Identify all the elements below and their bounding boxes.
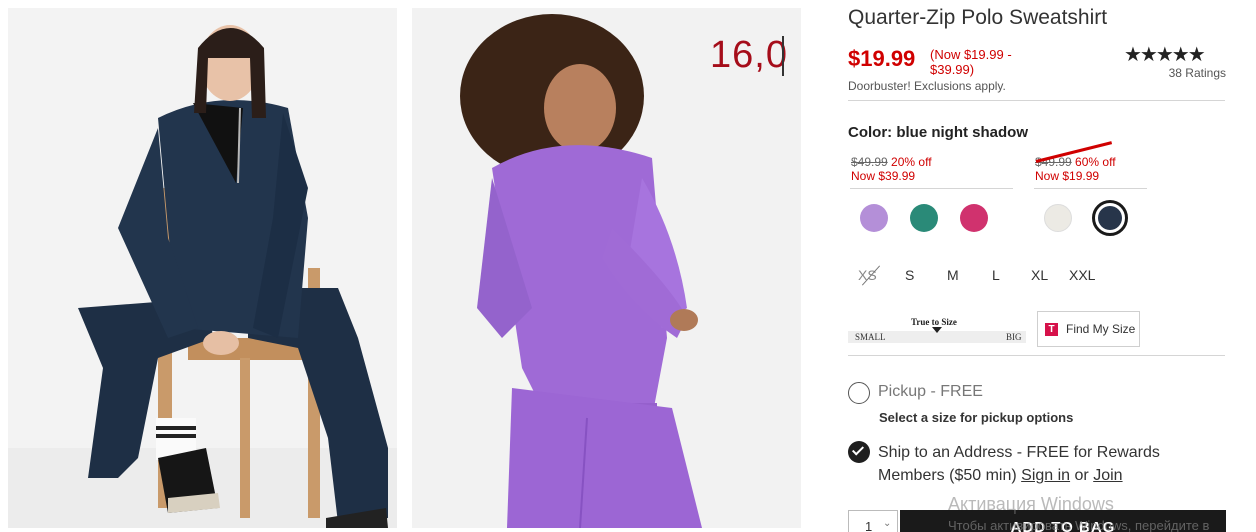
rating-stars[interactable]: ★★★★★ [1124,42,1206,67]
product-details-panel: Quarter-Zip Polo Sweatshirt $19.99 (Now … [848,0,1228,532]
sale-price: $19.99 [848,46,916,71]
windows-activation-watermark: Активация Windows [948,494,1114,514]
price-group-2: $49.99 60% off Now $19.99 [1035,155,1147,183]
swatch-cream[interactable] [1044,204,1072,232]
swatch-purple[interactable] [860,204,888,232]
now-price: Now $19.99 [1035,169,1100,183]
pickup-label[interactable]: Pickup - FREE [878,383,983,401]
price-group-1: $49.99 20% off Now $39.99 [851,155,1013,183]
discount-label: 20% off [891,155,932,169]
true-fit-icon: T [1045,323,1058,336]
chevron-down-icon: ⌄ [883,518,892,529]
size-s[interactable]: S [905,267,914,283]
size-xxl[interactable]: XXL [1069,267,1095,283]
overlay-number: 16,0 [710,34,788,76]
join-link[interactable]: Join [1093,467,1122,484]
original-price: $49.99 [851,155,888,169]
price-range: (Now $19.99 - $39.99) [930,47,1012,77]
checkmark-icon [851,443,865,456]
ship-option[interactable]: Ship to an Address - FREE for Rewards Me… [878,441,1178,487]
now-price: Now $39.99 [851,169,916,183]
product-photo-2[interactable] [412,8,801,528]
ship-radio[interactable] [848,441,870,463]
fit-marker-icon [932,327,942,333]
pickup-note: Select a size for pickup options [879,410,1074,425]
color-label: Color: blue night shadow [848,124,1028,141]
swatch-blue-night-shadow[interactable] [1092,200,1128,236]
size-l[interactable]: L [992,267,1000,283]
ratings-count-link[interactable]: 38 Ratings [1134,66,1226,80]
swatch-teal[interactable] [910,204,938,232]
windows-activation-subtext: Чтобы активировать Windows, перейдите в [948,518,1210,532]
ship-or: or [1070,467,1094,484]
find-my-size-button[interactable]: T Find My Size [1037,311,1140,347]
divider [1034,188,1147,189]
swatch-magenta[interactable] [960,204,988,232]
divider [848,355,1225,356]
size-xs[interactable]: XS [858,267,877,283]
quantity-value: 1 [865,519,873,532]
pickup-radio[interactable] [848,382,870,404]
product-photo-1-image [8,8,397,528]
true-to-size-label: True to Size [911,317,957,327]
product-photo-2-image [412,8,801,528]
product-photo-1[interactable] [8,8,397,528]
swatch-fill [1098,206,1122,230]
doorbuster-note: Doorbuster! Exclusions apply. [848,79,1006,93]
text-caret [782,36,784,76]
divider [848,100,1225,101]
discount-label: 60% off [1075,155,1116,169]
find-my-size-label: Find My Size [1066,322,1136,336]
fit-scale-small: SMALL [855,332,886,342]
fit-scale-big: BIG [1006,332,1022,342]
divider [850,188,1013,189]
sign-in-link[interactable]: Sign in [1021,467,1070,484]
size-m[interactable]: M [947,267,959,283]
size-xl[interactable]: XL [1031,267,1048,283]
quantity-select[interactable]: 1 ⌄ [848,510,898,532]
product-title: Quarter-Zip Polo Sweatshirt [848,6,1108,29]
